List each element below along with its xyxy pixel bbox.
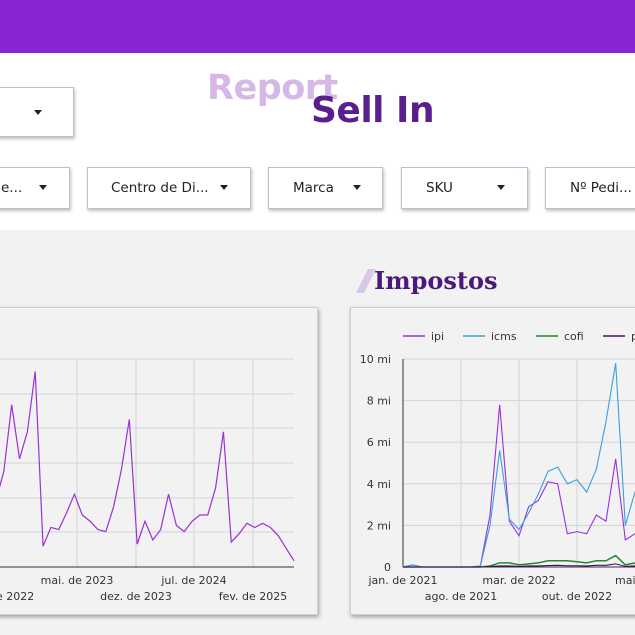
x-tick-label: mar. de 2022 — [482, 574, 555, 587]
y-tick-label: 8 mi — [367, 395, 391, 408]
page-title: Sell In — [311, 90, 435, 131]
legend-label: icms — [491, 330, 517, 343]
y-tick-label: 10 mi — [360, 353, 391, 366]
chevron-down-icon — [34, 110, 42, 115]
filter-label-pedido: Nº Pedi... — [570, 180, 632, 196]
legend-label: cofi — [564, 330, 584, 343]
y-tick-label: 0 — [384, 561, 391, 574]
legend-label: ipi — [431, 330, 444, 343]
filter-dropdown-sku[interactable]: SKU — [401, 167, 528, 209]
filter-label-sku: SKU — [426, 180, 453, 196]
y-tick-label: 4 mi — [367, 478, 391, 491]
line-chart-left: mai. de 2023 jul. de 2024 t. de 2022 dez. d… — [0, 358, 295, 603]
x-tick-label: jan. de 2021 — [367, 574, 437, 587]
x-tick-label: fev. de 2025 — [219, 590, 288, 603]
x-tick-label: jul. de 2024 — [160, 574, 226, 587]
filter-dropdown-marca[interactable]: Marca — [268, 167, 383, 209]
filter-label-1: e... — [1, 180, 23, 196]
filter-dropdown-pedido[interactable]: Nº Pedi... — [545, 167, 635, 209]
filter-dropdown-0[interactable] — [0, 87, 74, 137]
filter-dropdown-1[interactable]: e... — [0, 167, 70, 209]
chart-card-impostos: ipi icms cofi p 10 mi 8 mi 6 mi 4 mi 2 mi 0 jan. d… — [350, 307, 635, 615]
x-tick-label: t. de 2022 — [0, 590, 34, 603]
x-tick-label: mai. de 2023 — [41, 574, 114, 587]
chevron-down-icon — [353, 185, 361, 190]
line-chart-impostos: ipi icms cofi p 10 mi 8 mi 6 mi 4 mi 2 mi 0jan. d… — [360, 330, 635, 603]
filter-label-marca: Marca — [293, 180, 334, 196]
chevron-down-icon — [497, 185, 505, 190]
top-bar — [0, 0, 635, 53]
section-accent-icon — [356, 269, 376, 293]
x-tick-label: out. de 2022 — [542, 590, 612, 603]
x-tick-label: mai. — [615, 574, 635, 587]
chevron-down-icon — [220, 185, 228, 190]
filter-label-centro: Centro de Di... — [111, 180, 209, 196]
legend-label: p — [631, 330, 635, 343]
y-tick-label: 6 mi — [367, 436, 391, 449]
y-tick-label: 2 mi — [367, 519, 391, 532]
filter-dropdown-centro[interactable]: Centro de Di... — [87, 167, 251, 209]
chevron-down-icon — [39, 185, 47, 190]
x-tick-label: ago. de 2021 — [425, 590, 498, 603]
chart-card-left: mai. de 2023 jul. de 2024 t. de 2022 dez. d… — [0, 307, 318, 615]
x-tick-label: dez. de 2023 — [100, 590, 172, 603]
section-title: Impostos — [374, 266, 498, 295]
